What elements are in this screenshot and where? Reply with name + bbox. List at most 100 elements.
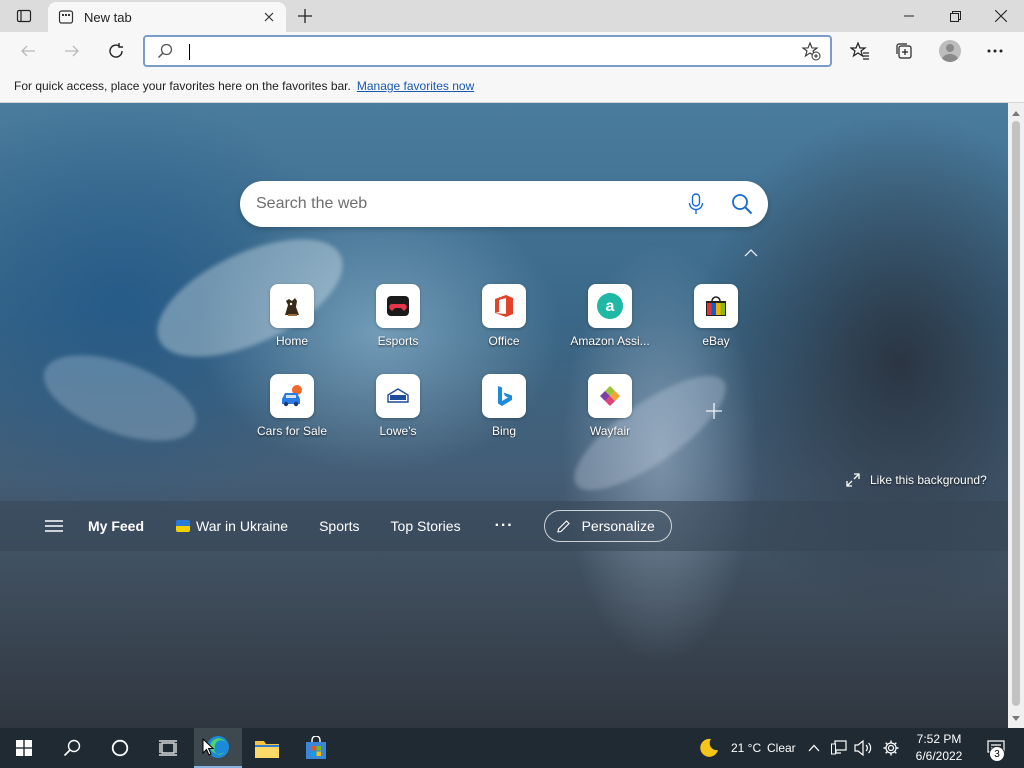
tab-new-tab[interactable]: New tab xyxy=(48,2,286,32)
pencil-icon xyxy=(556,519,570,533)
taskbar-file-explorer-button[interactable] xyxy=(243,728,291,768)
top-site-label: Office xyxy=(488,334,520,348)
cortana-button[interactable] xyxy=(96,728,144,768)
taskbar-search-button[interactable] xyxy=(48,728,96,768)
expand-icon xyxy=(846,473,860,487)
network-button[interactable] xyxy=(827,728,851,768)
start-button[interactable] xyxy=(0,728,48,768)
feed-tab-my-feed[interactable]: My Feed xyxy=(88,518,144,534)
windows-logo-icon xyxy=(16,740,32,756)
address-bar[interactable] xyxy=(143,35,832,67)
collapse-top-sites-button[interactable] xyxy=(742,246,760,260)
svg-text:a: a xyxy=(606,298,615,315)
manage-favorites-link[interactable]: Manage favorites now xyxy=(357,79,474,93)
feed-tab-sports[interactable]: Sports xyxy=(319,518,359,534)
avatar xyxy=(939,40,961,62)
close-icon xyxy=(264,12,274,22)
personalize-label: Personalize xyxy=(581,518,655,534)
profile-button[interactable] xyxy=(933,36,967,66)
refresh-icon xyxy=(109,43,123,58)
favorites-button[interactable] xyxy=(843,36,877,66)
ukraine-flag-icon xyxy=(176,520,191,532)
feed-more-button[interactable]: ··· xyxy=(495,517,514,535)
show-hidden-icons-button[interactable] xyxy=(803,728,825,768)
background-texture xyxy=(32,337,208,459)
close-icon xyxy=(995,10,1007,22)
title-bar: New tab xyxy=(0,0,1024,32)
windows-taskbar: 21 °C Clear 7:52 PM 6/6/2022 xyxy=(0,728,1024,768)
feed-tab-label: War in Ukraine xyxy=(196,518,289,534)
search-icon xyxy=(63,739,81,757)
top-site-label: eBay xyxy=(702,334,730,348)
refresh-button[interactable] xyxy=(100,36,132,66)
close-window-button[interactable] xyxy=(978,0,1024,32)
taskbar-store-button[interactable] xyxy=(292,728,340,768)
top-site-tile[interactable]: Bing xyxy=(454,374,554,454)
notification-count-badge: 3 xyxy=(989,746,1005,762)
top-site-tile[interactable]: Home xyxy=(242,284,342,364)
top-site-tile[interactable]: Esports xyxy=(348,284,448,364)
settings-tray-button[interactable] xyxy=(877,728,905,768)
favorites-icon xyxy=(850,41,869,60)
back-button[interactable] xyxy=(12,36,44,66)
microphone-icon xyxy=(688,193,704,214)
new-tab-button[interactable] xyxy=(292,4,318,28)
collections-button[interactable] xyxy=(887,36,921,66)
back-arrow-icon xyxy=(21,45,35,57)
feed-tab-top-stories[interactable]: Top Stories xyxy=(391,518,461,534)
restore-icon xyxy=(949,10,961,22)
scroll-down-arrow-icon xyxy=(1012,715,1020,721)
new-tab-page-icon xyxy=(58,10,74,24)
more-horizontal-icon xyxy=(987,49,1003,53)
settings-and-more-button[interactable] xyxy=(978,36,1012,66)
bing-site-icon xyxy=(482,374,526,418)
top-site-tile[interactable]: Wayfair xyxy=(560,374,660,454)
home-site-icon xyxy=(270,284,314,328)
top-site-label: Amazon Assi... xyxy=(570,334,650,348)
taskbar-edge-button[interactable] xyxy=(194,728,242,768)
voice-search-button[interactable] xyxy=(676,184,716,224)
cars-site-icon xyxy=(270,374,314,418)
add-favorite-button[interactable] xyxy=(796,38,826,64)
volume-button[interactable] xyxy=(851,728,875,768)
tab-actions-button[interactable] xyxy=(8,4,40,28)
plus-icon xyxy=(298,9,312,23)
top-site-tile[interactable]: Office xyxy=(454,284,554,364)
tab-close-button[interactable] xyxy=(260,8,278,26)
web-search-placeholder: Search the web xyxy=(256,195,368,212)
text-caret xyxy=(189,44,190,60)
top-site-tile[interactable]: a Amazon Assi... xyxy=(560,284,660,364)
top-site-label: Esports xyxy=(377,334,419,348)
feed-tab-war-in-ukraine[interactable]: War in Ukraine xyxy=(176,518,288,534)
top-site-tile[interactable]: Lowe's xyxy=(348,374,448,454)
personalize-button[interactable]: Personalize xyxy=(543,510,672,542)
restore-button[interactable] xyxy=(932,0,978,32)
top-site-tile[interactable]: eBay xyxy=(666,284,766,364)
gear-icon xyxy=(883,740,899,756)
web-search-box[interactable]: Search the web xyxy=(240,181,768,227)
page-scrollbar[interactable] xyxy=(1008,103,1024,728)
web-search-submit-button[interactable] xyxy=(722,184,762,224)
scroll-up-button[interactable] xyxy=(1008,105,1024,121)
weather-widget-button[interactable] xyxy=(684,728,732,768)
scroll-down-button[interactable] xyxy=(1008,710,1024,726)
add-site-button[interactable] xyxy=(702,399,726,423)
top-site-tile[interactable]: Cars for Sale xyxy=(242,374,342,454)
feed-menu-button[interactable] xyxy=(44,516,64,536)
like-background-button[interactable]: Like this background? xyxy=(846,473,987,487)
task-view-button[interactable] xyxy=(144,728,192,768)
top-site-label: Cars for Sale xyxy=(256,424,328,438)
scrollbar-thumb[interactable] xyxy=(1012,121,1020,706)
clock-time: 7:52 PM xyxy=(916,732,962,746)
address-input[interactable] xyxy=(181,38,796,64)
search-icon xyxy=(732,194,753,215)
forward-button[interactable] xyxy=(56,36,88,66)
browser-toolbar xyxy=(0,32,1024,70)
feed-navigation: My Feed War in Ukraine Sports Top Storie… xyxy=(0,501,1008,551)
task-view-icon xyxy=(159,740,177,756)
top-site-label: Wayfair xyxy=(589,424,631,438)
forward-arrow-icon xyxy=(65,45,79,57)
minimize-button[interactable] xyxy=(886,0,932,32)
taskbar-clock[interactable]: 7:52 PM 6/6/2022 xyxy=(906,730,972,766)
microsoft-store-icon xyxy=(306,736,326,759)
